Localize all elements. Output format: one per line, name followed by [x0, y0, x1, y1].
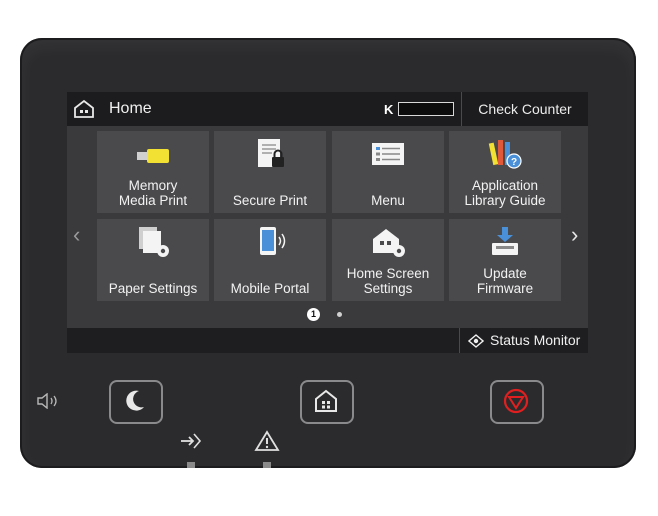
mobile-portal-icon: [260, 227, 286, 255]
error-led: [263, 462, 271, 468]
tile-label: Paper Settings: [108, 281, 198, 296]
tile-memory-media-print[interactable]: Memory Media Print: [97, 131, 209, 213]
home-screen-settings-icon: [373, 229, 405, 257]
secure-print-icon: [258, 139, 284, 167]
update-firmware-icon: [492, 227, 518, 255]
tile-label: Secure Print: [232, 193, 308, 208]
page-indicator-dot[interactable]: [337, 312, 342, 317]
page-indicator-current[interactable]: 1: [307, 308, 320, 321]
tile-secure-print[interactable]: Secure Print: [214, 131, 326, 213]
check-counter-button[interactable]: Check Counter: [462, 92, 588, 126]
tile-label: Library Guide: [464, 193, 546, 208]
data-indicator-icon: [181, 433, 202, 449]
tile-menu[interactable]: Menu: [332, 131, 444, 213]
tile-update-firmware[interactable]: Update Firmware: [449, 219, 561, 301]
top-bar: Home K Check Counter: [67, 92, 588, 126]
previous-page-arrow-icon[interactable]: ‹: [73, 222, 80, 248]
error-warning-icon: [254, 430, 280, 451]
tile-mobile-portal[interactable]: Mobile Portal: [214, 219, 326, 301]
energy-saver-button[interactable]: [109, 380, 163, 424]
tile-home-screen-settings[interactable]: Home Screen Settings: [332, 219, 444, 301]
tile-label: Memory: [128, 178, 178, 193]
stop-icon: [503, 388, 529, 414]
home-icon: [315, 389, 337, 412]
stop-button[interactable]: [490, 380, 544, 424]
usb-memory-icon: [137, 149, 169, 163]
tile-label: Media Print: [118, 193, 188, 208]
home-menu-area: ‹ › Memory Media Print Secure Print Menu…: [67, 126, 588, 328]
bottom-bar: Status Monitor: [67, 328, 588, 353]
touch-screen: Home K Check Counter ‹ › Memory Media Pr…: [67, 92, 588, 353]
status-monitor-label: Status Monitor: [490, 332, 581, 348]
tile-label: Settings: [363, 281, 413, 296]
tile-label: Firmware: [476, 281, 534, 296]
page-title: Home: [109, 100, 152, 117]
status-monitor-icon: [468, 334, 484, 348]
menu-list-icon: [372, 143, 404, 165]
tile-application-library-guide[interactable]: ? Application Library Guide: [449, 131, 561, 213]
application-library-icon: ?: [488, 140, 522, 169]
tile-label: Application: [471, 178, 539, 193]
toner-label: K: [384, 102, 394, 117]
home-icon[interactable]: [73, 99, 95, 119]
svg-text:?: ?: [511, 157, 517, 168]
tile-paper-settings[interactable]: Paper Settings: [97, 219, 209, 301]
moon-icon: [126, 390, 144, 411]
tile-label: Update: [483, 266, 527, 281]
tile-label: Menu: [371, 193, 405, 208]
toner-level-bar: [398, 102, 454, 116]
tile-label: Mobile Portal: [230, 281, 310, 296]
home-button[interactable]: [300, 380, 354, 424]
tile-label: Home Screen: [346, 266, 430, 281]
next-page-arrow-icon[interactable]: ›: [571, 222, 578, 248]
speaker-icon: [37, 393, 57, 409]
status-monitor-button[interactable]: Status Monitor: [459, 328, 588, 353]
paper-settings-icon: [139, 227, 169, 257]
data-led: [187, 462, 195, 468]
